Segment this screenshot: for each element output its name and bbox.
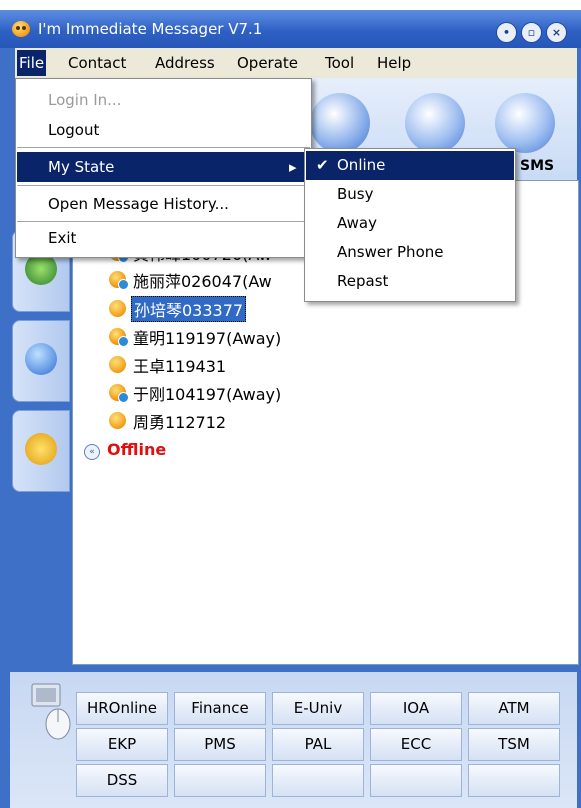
menu-item-label: Login In... bbox=[48, 91, 122, 109]
menu-help[interactable]: Help bbox=[377, 54, 411, 72]
collapse-group-icon[interactable]: « bbox=[84, 444, 100, 460]
sms-label: SMS bbox=[520, 158, 555, 174]
shortcut-button[interactable]: TSM bbox=[468, 728, 560, 761]
state-label: Answer Phone bbox=[337, 243, 444, 261]
shortcut-button-empty[interactable] bbox=[468, 764, 560, 797]
shortcut-panel: HROnline Finance E-Univ IOA ATM EKP PMS … bbox=[10, 672, 577, 808]
menu-tool[interactable]: Tool bbox=[325, 54, 354, 72]
minimize-button[interactable]: • bbox=[496, 22, 517, 43]
menu-file[interactable]: File bbox=[17, 50, 47, 76]
shortcut-button[interactable]: PAL bbox=[272, 728, 364, 761]
shortcut-button[interactable]: DSS bbox=[76, 764, 168, 797]
megaphone-icon bbox=[25, 433, 57, 465]
state-label: Away bbox=[337, 214, 377, 232]
help-icon bbox=[25, 343, 57, 375]
contact-item[interactable]: 王卓119431 bbox=[133, 353, 226, 377]
mouse-icon bbox=[31, 683, 71, 740]
window-title: I'm Immediate Messager V7.1 bbox=[38, 20, 263, 38]
shortcut-button[interactable]: Finance bbox=[174, 692, 266, 725]
contact-item[interactable]: 童明119197(Away) bbox=[133, 325, 281, 349]
contact-status-icon bbox=[109, 271, 129, 290]
maximize-button[interactable]: ▫ bbox=[521, 22, 542, 43]
close-button[interactable]: × bbox=[546, 22, 567, 43]
state-online[interactable]: ✔ Online bbox=[306, 151, 514, 180]
menu-item-history[interactable]: Open Message History... bbox=[17, 189, 310, 219]
menu-item-label: My State bbox=[48, 158, 115, 176]
contact-status-icon bbox=[109, 412, 126, 429]
state-answer-phone[interactable]: Answer Phone bbox=[306, 238, 514, 267]
menu-item-label: Exit bbox=[48, 229, 77, 247]
app-window: I'm Immediate Messager V7.1 • ▫ × File C… bbox=[0, 10, 581, 808]
contact-item[interactable]: 于刚104197(Away) bbox=[133, 381, 281, 405]
shortcut-button[interactable]: EKP bbox=[76, 728, 168, 761]
state-label: Repast bbox=[337, 272, 389, 290]
phone-icon[interactable] bbox=[310, 93, 370, 153]
offline-group-label[interactable]: Offline bbox=[107, 440, 166, 459]
shortcut-button-empty[interactable] bbox=[272, 764, 364, 797]
file-menu-dropdown: Login In... Logout My State ▸ Open Messa… bbox=[15, 78, 312, 258]
contact-item[interactable]: 施丽萍026047(Aw bbox=[133, 268, 272, 292]
shortcut-button-empty[interactable] bbox=[370, 764, 462, 797]
menu-item-my-state[interactable]: My State ▸ bbox=[17, 152, 310, 182]
checkmark-icon: ✔ bbox=[316, 156, 329, 174]
contact-item[interactable]: 周勇112712 bbox=[133, 409, 226, 433]
tab-broadcast[interactable] bbox=[12, 410, 70, 492]
title-bar[interactable]: I'm Immediate Messager V7.1 • ▫ × bbox=[0, 10, 581, 48]
state-busy[interactable]: Busy bbox=[306, 180, 514, 209]
menu-item-login: Login In... bbox=[17, 85, 310, 115]
shortcut-button[interactable]: ATM bbox=[468, 692, 560, 725]
shortcut-button[interactable]: E-Univ bbox=[272, 692, 364, 725]
contact-item-selected[interactable]: 孙培琴033377 bbox=[131, 296, 247, 322]
menu-bar: File Contact Address Operate Tool Help bbox=[15, 48, 577, 78]
state-label: Online bbox=[337, 156, 386, 174]
shortcut-button[interactable]: PMS bbox=[174, 728, 266, 761]
shortcut-button[interactable]: IOA bbox=[370, 692, 462, 725]
sms-icon[interactable] bbox=[495, 93, 555, 153]
tab-help[interactable] bbox=[12, 320, 70, 402]
menu-separator bbox=[17, 221, 310, 222]
contact-status-icon bbox=[109, 328, 129, 347]
mail-icon[interactable] bbox=[405, 93, 465, 153]
shortcut-button[interactable]: HROnline bbox=[76, 692, 168, 725]
shortcut-button[interactable]: ECC bbox=[370, 728, 462, 761]
state-repast[interactable]: Repast bbox=[306, 267, 514, 296]
shortcut-button-empty[interactable] bbox=[174, 764, 266, 797]
menu-address[interactable]: Address bbox=[155, 54, 215, 72]
menu-item-label: Logout bbox=[48, 121, 100, 139]
state-away[interactable]: Away bbox=[306, 209, 514, 238]
contact-status-icon bbox=[109, 384, 129, 403]
state-submenu: ✔ Online Busy Away Answer Phone Repast bbox=[304, 148, 516, 302]
menu-item-logout[interactable]: Logout bbox=[17, 115, 310, 145]
submenu-arrow-icon: ▸ bbox=[289, 158, 297, 176]
menu-item-label: Open Message History... bbox=[48, 195, 229, 213]
menu-contact[interactable]: Contact bbox=[68, 54, 126, 72]
contact-status-icon bbox=[109, 300, 126, 317]
side-tabs bbox=[10, 180, 72, 750]
contact-status-icon bbox=[109, 356, 126, 373]
state-label: Busy bbox=[337, 185, 374, 203]
menu-item-exit[interactable]: Exit bbox=[17, 223, 310, 253]
menu-separator bbox=[17, 185, 310, 186]
menu-operate[interactable]: Operate bbox=[237, 54, 298, 72]
menu-separator bbox=[17, 147, 310, 148]
app-smiley-icon bbox=[12, 21, 30, 37]
